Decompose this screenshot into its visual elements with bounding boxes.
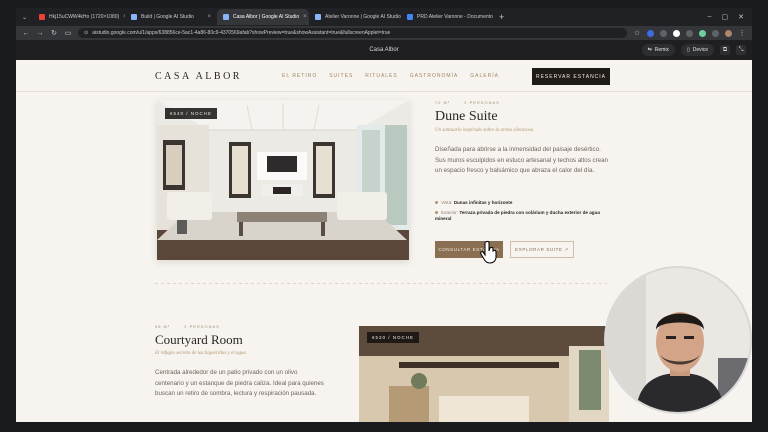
nav-link-suites[interactable]: SUITES — [329, 73, 353, 79]
dune-suite-photo: €640 / NOCHE — [157, 100, 409, 260]
nav-link-rituales[interactable]: RITUALES — [365, 73, 397, 79]
device-label: Device — [692, 47, 708, 53]
browser-tab[interactable]: Hkj15uCWW4kHo (1720×1080) × — [33, 9, 125, 25]
nav-link-galeria[interactable]: GALERÍA — [470, 73, 499, 79]
site-nav: EL RETIRO SUITES RITUALES GASTRONOMÍA GA… — [282, 73, 499, 79]
reserve-stay-button[interactable]: RESERVAR ESTANCIA — [532, 68, 610, 85]
nav-link-gastronomia[interactable]: GASTRONOMÍA — [410, 73, 459, 79]
presenter-video — [606, 268, 750, 412]
tab-favicon-icon — [39, 14, 46, 20]
browser-tab-active[interactable]: Casa Albor | Google AI Studio × — [217, 9, 310, 25]
close-window-icon[interactable]: ✕ — [738, 13, 744, 21]
tab-favicon-icon — [223, 14, 230, 20]
new-tab-icon[interactable]: + — [493, 12, 510, 22]
explore-suite-button[interactable]: EXPLORAR SUITE ↗ — [510, 241, 574, 258]
feature-label: Vista: — [441, 200, 453, 205]
living-room-image — [157, 100, 409, 260]
extension-icon[interactable] — [686, 29, 693, 37]
tab-label: Casa Albor | Google AI Studio — [233, 14, 300, 20]
site-info-icon[interactable]: ⊙ — [84, 30, 88, 36]
hand-cursor-icon — [480, 240, 497, 264]
dune-price-badge: €640 / NOCHE — [165, 108, 218, 119]
browser-tab-bar: ⌄ Hkj15uCWW4kHo (1720×1080) × Build | Go… — [16, 8, 752, 26]
tab-favicon-icon — [131, 14, 138, 20]
feature-label: Exterior: — [441, 210, 459, 215]
forward-icon[interactable]: → — [36, 30, 44, 37]
tab-favicon-icon — [315, 14, 322, 20]
dune-meta: 72 M² 2 PERSONAS — [435, 100, 500, 105]
address-bar[interactable]: ⊙ aistudio.google.com/u/1/apps/638856ce-… — [78, 28, 627, 38]
dune-guests: 2 PERSONAS — [464, 100, 500, 105]
extension-icon[interactable] — [647, 29, 654, 37]
maximize-icon[interactable]: ▢ — [722, 13, 729, 21]
browser-tab[interactable]: PRD Atelier Varonne - Documento × — [401, 9, 493, 25]
exit-fullscreen-icon[interactable]: ⤡ — [736, 45, 746, 55]
courtyard-price-badge: €520 / NOCHE — [367, 332, 420, 343]
dune-suite-subtitle: Un santuario inspirado sobre la arena si… — [435, 128, 534, 133]
copy-icon[interactable]: ⧉ — [720, 45, 730, 55]
extension-icon[interactable] — [673, 29, 680, 37]
window-controls: – ▢ ✕ — [708, 13, 752, 21]
reload-icon[interactable]: ↻ — [50, 29, 58, 37]
tab-favicon-icon — [407, 14, 414, 20]
back-icon[interactable]: ← — [22, 30, 30, 37]
courtyard-meta: 58 M² 2 PERSONAS — [155, 324, 220, 329]
applet-title-bar: Casa Albor ⇆ Remix ▯ Device ⧉ ⤡ — [16, 40, 752, 60]
tab-label: PRD Atelier Varonne - Documento — [417, 14, 493, 20]
dune-feature-exterior: Exterior: Terraza privada de piedra con … — [435, 210, 615, 222]
tab-label: Build | Google AI Studio — [141, 14, 194, 20]
tab-close-icon[interactable]: × — [208, 14, 212, 20]
bookmark-star-icon[interactable]: ☆ — [633, 29, 641, 37]
browser-tab[interactable]: Build | Google AI Studio × — [125, 9, 217, 25]
extension-icon[interactable] — [712, 29, 719, 37]
dune-suite-description: Diseñada para abrirse a la inmensidad de… — [435, 146, 608, 174]
tab-search-icon[interactable]: ⌄ — [16, 14, 33, 21]
courtyard-room-description: Centrada alrededor de un patio privado c… — [155, 369, 324, 397]
dune-feature-view: Vista: Dunas infinitas y horizonte — [435, 200, 615, 206]
applet-title: Casa Albor — [369, 47, 399, 53]
dune-suite-title: Dune Suite — [435, 109, 498, 124]
browser-tab[interactable]: Atelier Varonne | Google AI Studio × — [309, 9, 401, 25]
browser-toolbar: ← → ↻ ▭ ⊙ aistudio.google.com/u/1/apps/6… — [16, 26, 752, 40]
courtyard-room-title: Courtyard Room — [155, 332, 243, 347]
dune-size: 72 M² — [435, 100, 451, 105]
courtyard-room-photo: €520 / NOCHE — [359, 326, 609, 422]
tab-label: Atelier Varonne | Google AI Studio — [325, 14, 401, 20]
bullet-icon — [435, 201, 438, 204]
remix-button[interactable]: ⇆ Remix — [641, 44, 675, 56]
tab-label: Hkj15uCWW4kHo (1720×1080) — [49, 14, 120, 20]
courtyard-guests: 2 PERSONAS — [184, 324, 220, 329]
menu-kebab-icon[interactable]: ⋮ — [738, 29, 746, 37]
courtyard-room-subtitle: El refugio secreto de las higuerillas y … — [155, 351, 247, 356]
feature-value: Terraza privada de piedra con solárium y… — [435, 210, 600, 221]
feature-value: Dunas infinitas y horizonte — [453, 200, 513, 205]
extension-icon[interactable] — [699, 29, 706, 37]
device-icon: ▯ — [686, 47, 690, 53]
site-header: CASA ALBOR EL RETIRO SUITES RITUALES GAS… — [16, 60, 752, 92]
minimize-icon[interactable]: – — [708, 13, 712, 21]
bullet-icon — [435, 211, 438, 214]
profile-avatar[interactable] — [725, 29, 732, 37]
split-view-icon[interactable]: ▭ — [64, 29, 72, 37]
webcam-overlay — [604, 266, 752, 414]
remix-label: Remix — [654, 47, 669, 53]
courtyard-size: 58 M² — [155, 324, 171, 329]
device-button[interactable]: ▯ Device — [680, 44, 714, 56]
section-divider — [155, 283, 607, 284]
extension-icon[interactable] — [660, 29, 667, 37]
nav-link-retiro[interactable]: EL RETIRO — [282, 73, 317, 79]
url-text: aistudio.google.com/u/1/apps/638856ce-5a… — [92, 30, 391, 36]
tab-close-icon[interactable]: × — [303, 14, 307, 20]
site-logo[interactable]: CASA ALBOR — [155, 71, 242, 82]
remix-icon: ⇆ — [647, 47, 652, 53]
